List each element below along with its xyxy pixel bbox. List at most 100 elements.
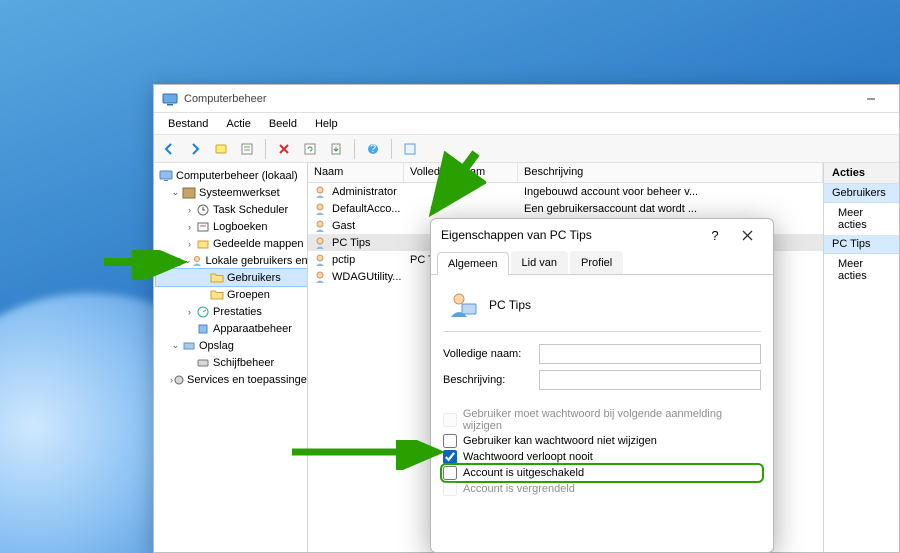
tree-item-opslag[interactable]: ⌄ Opslag bbox=[156, 337, 307, 354]
checkbox[interactable] bbox=[443, 466, 457, 480]
tree-item-gedeelde-mappen[interactable]: › Gedeelde mappen bbox=[156, 235, 307, 252]
tree-item-label: Lokale gebruikers en gro bbox=[206, 255, 308, 267]
window-title: Computerbeheer bbox=[184, 93, 267, 105]
refresh-button[interactable] bbox=[299, 138, 321, 160]
tab-lidvan[interactable]: Lid van bbox=[511, 251, 568, 274]
list-header: Naam Volledige naam Beschrijving bbox=[308, 163, 823, 183]
back-button[interactable] bbox=[158, 138, 180, 160]
checkbox-label: Account is uitgeschakeld bbox=[463, 467, 584, 479]
actions-pane: Acties GebruikersMeer actiesPC TipsMeer … bbox=[824, 163, 899, 552]
tree-expander-icon[interactable]: › bbox=[184, 239, 195, 249]
user-avatar-icon bbox=[447, 289, 479, 321]
tree-item-label: Opslag bbox=[199, 340, 234, 352]
checkbox-label: Account is vergrendeld bbox=[463, 483, 575, 495]
cell-name: Gast bbox=[332, 220, 355, 232]
tree-root[interactable]: Computerbeheer (lokaal) bbox=[156, 167, 307, 184]
tree-expander-icon[interactable]: › bbox=[184, 222, 195, 232]
checkbox-row[interactable]: Gebruiker kan wachtwoord niet wijzigen bbox=[443, 434, 761, 448]
minimize-button[interactable] bbox=[851, 85, 891, 113]
tree-item-gebruikers[interactable]: Gebruikers bbox=[156, 269, 307, 286]
tree-item-label: Systeemwerkset bbox=[199, 187, 280, 199]
checkbox[interactable] bbox=[443, 450, 457, 464]
tree-item-logboeken[interactable]: ›Logboeken bbox=[156, 218, 307, 235]
col-desc[interactable]: Beschrijving bbox=[518, 163, 823, 182]
cell-name: pctip bbox=[332, 254, 355, 266]
dialog-titlebar[interactable]: Eigenschappen van PC Tips ? bbox=[431, 219, 773, 251]
tree-item-systeemwerkset[interactable]: ⌄ Systeemwerkset bbox=[156, 184, 307, 201]
folder-icon bbox=[209, 288, 225, 302]
cell-name: DefaultAcco... bbox=[332, 203, 400, 215]
dialog-tabs: Algemeen Lid van Profiel bbox=[431, 251, 773, 275]
input-description[interactable] bbox=[539, 370, 761, 390]
user-icon bbox=[314, 270, 328, 284]
tree-item-label: Gedeelde mappen bbox=[213, 238, 304, 250]
tree-expander-icon[interactable]: ⌄ bbox=[170, 187, 181, 198]
toolbar: ? bbox=[154, 135, 899, 163]
tree-expander-icon[interactable]: ⌄ bbox=[184, 255, 192, 266]
users-icon bbox=[192, 254, 204, 268]
dialog-title: Eigenschappen van PC Tips bbox=[441, 228, 699, 242]
checkbox-row: Account is vergrendeld bbox=[443, 482, 761, 496]
tree-item-lokale-gebruikers-en-gro[interactable]: ⌄ Lokale gebruikers en gro bbox=[156, 252, 307, 269]
checkbox-label: Gebruiker kan wachtwoord niet wijzigen bbox=[463, 435, 657, 447]
checkbox[interactable] bbox=[443, 434, 457, 448]
menu-bestand[interactable]: Bestand bbox=[160, 116, 216, 132]
device-icon bbox=[195, 322, 211, 336]
checkbox bbox=[443, 482, 457, 496]
user-row[interactable]: Administrator Ingebouwd account voor behe… bbox=[308, 183, 823, 200]
tree-item-prestaties[interactable]: ›Prestaties bbox=[156, 303, 307, 320]
tab-profiel[interactable]: Profiel bbox=[570, 251, 623, 274]
cell-description: Ingebouwd account voor beheer v... bbox=[524, 186, 698, 198]
export-button[interactable] bbox=[325, 138, 347, 160]
tab-algemeen[interactable]: Algemeen bbox=[437, 252, 509, 275]
tree-expander-icon[interactable]: › bbox=[184, 307, 195, 317]
cell-name: Administrator bbox=[332, 186, 397, 198]
menu-beeld[interactable]: Beeld bbox=[261, 116, 305, 132]
tree-pane: Computerbeheer (lokaal) ⌄ Systeemwerkset ›… bbox=[154, 163, 308, 552]
tree-item-apparaatbeheer[interactable]: Apparaatbeheer bbox=[156, 320, 307, 337]
svg-text:?: ? bbox=[370, 143, 376, 155]
services-icon bbox=[173, 373, 185, 387]
up-button[interactable] bbox=[210, 138, 232, 160]
user-icon bbox=[314, 236, 328, 250]
checkbox-label: Wachtwoord verloopt nooit bbox=[463, 451, 593, 463]
col-name[interactable]: Naam bbox=[308, 163, 404, 182]
dialog-help-button[interactable]: ? bbox=[699, 221, 731, 249]
help-button[interactable]: ? bbox=[362, 138, 384, 160]
dialog-close-button[interactable] bbox=[731, 221, 763, 249]
menu-actie[interactable]: Actie bbox=[218, 116, 258, 132]
col-full[interactable]: Volledige naam bbox=[404, 163, 518, 182]
action-item[interactable]: Meer acties bbox=[824, 203, 899, 235]
titlebar[interactable]: Computerbeheer bbox=[154, 85, 899, 113]
label-description: Beschrijving: bbox=[443, 374, 539, 386]
menubar: Bestand Actie Beeld Help bbox=[154, 113, 899, 135]
label-fullname: Volledige naam: bbox=[443, 348, 539, 360]
tree-item-schijfbeheer[interactable]: Schijfbeheer bbox=[156, 354, 307, 371]
actions-group: PC Tips bbox=[824, 235, 899, 254]
cell-description: Een gebruikersaccount dat wordt ... bbox=[524, 203, 697, 215]
action-item[interactable]: Meer acties bbox=[824, 254, 899, 286]
user-icon bbox=[314, 253, 328, 267]
tree-root-label: Computerbeheer (lokaal) bbox=[176, 170, 298, 182]
tree-item-label: Apparaatbeheer bbox=[213, 323, 292, 335]
checkbox-row[interactable]: Wachtwoord verloopt nooit bbox=[443, 450, 761, 464]
share-icon bbox=[195, 237, 211, 251]
forward-button[interactable] bbox=[184, 138, 206, 160]
properties-dialog: Eigenschappen van PC Tips ? Algemeen Lid… bbox=[430, 218, 774, 553]
properties-button[interactable] bbox=[236, 138, 258, 160]
menu-help[interactable]: Help bbox=[307, 116, 346, 132]
delete-button[interactable] bbox=[273, 138, 295, 160]
tree-item-label: Services en toepassingen bbox=[187, 374, 308, 386]
input-fullname[interactable] bbox=[539, 344, 761, 364]
tree-item-label: Groepen bbox=[227, 289, 270, 301]
tree-expander-icon[interactable]: ⌄ bbox=[170, 340, 181, 351]
tree-item-groepen[interactable]: Groepen bbox=[156, 286, 307, 303]
user-row[interactable]: DefaultAcco... Een gebruikersaccount dat … bbox=[308, 200, 823, 217]
event-icon bbox=[195, 220, 211, 234]
tree-item-task-scheduler[interactable]: ›Task Scheduler bbox=[156, 201, 307, 218]
tree-item-services-en-toepassingen[interactable]: ›Services en toepassingen bbox=[156, 371, 307, 388]
clock-icon bbox=[195, 203, 211, 217]
tree-expander-icon[interactable]: › bbox=[184, 205, 195, 215]
view-button[interactable] bbox=[399, 138, 421, 160]
checkbox-row[interactable]: Account is uitgeschakeld bbox=[443, 466, 761, 480]
